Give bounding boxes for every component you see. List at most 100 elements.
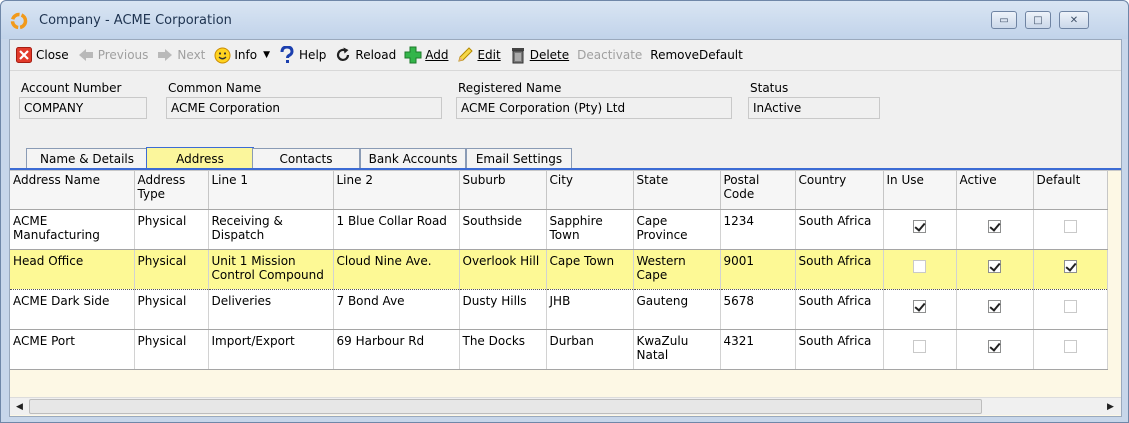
cell-line-2[interactable]: 1 Blue Collar Road (333, 209, 460, 250)
add-button[interactable]: Add (401, 42, 453, 68)
cell-city[interactable]: Sapphire Town (546, 209, 634, 250)
table-row[interactable]: ACME Port Physical Import/Export 69 Harbour… (10, 329, 1108, 370)
cell-line-1[interactable]: Import/Export (208, 329, 334, 370)
close-window-button[interactable]: ✕ (1059, 11, 1089, 29)
default-checkbox[interactable] (1063, 259, 1077, 273)
cell-state[interactable]: Gauteng (633, 289, 721, 330)
in-use-checkbox[interactable] (913, 299, 926, 313)
cell-line-1[interactable]: Receiving & Dispatch (208, 209, 334, 250)
info-button[interactable]: Info ▼ (210, 42, 275, 68)
cell-state[interactable]: Western Cape (633, 248, 721, 290)
dropdown-arrow-icon[interactable]: ▼ (263, 50, 270, 60)
table-row[interactable]: Head Office Physical Unit 1 Mission Contro… (10, 248, 1108, 290)
deactivate-button[interactable]: Deactivate (574, 42, 647, 68)
cell-line-2[interactable]: Cloud Nine Ave. (333, 248, 460, 290)
cell-country[interactable]: South Africa (795, 248, 884, 290)
company-fields: Account Number COMPANY Common Name ACME … (10, 70, 1121, 140)
cell-line-1[interactable]: Deliveries (208, 289, 334, 330)
arrow-left-icon (77, 46, 95, 64)
column-header-country[interactable]: Country (795, 171, 884, 210)
column-header-in-use[interactable]: In Use (883, 171, 957, 210)
client-area: Close Previous Next Info ▼ Help Reload A… (9, 39, 1122, 417)
column-header-postal-code[interactable]: Postal Code (720, 171, 796, 210)
close-button[interactable]: Close (12, 42, 74, 68)
column-header-city[interactable]: City (546, 171, 634, 210)
cell-suburb[interactable]: Southside (459, 209, 547, 250)
cell-postal-code[interactable]: 4321 (720, 329, 796, 370)
account-number-field[interactable]: COMPANY (19, 97, 147, 119)
cell-address-name[interactable]: Head Office (10, 248, 135, 290)
cell-city[interactable]: Cape Town (546, 248, 634, 290)
next-button[interactable]: Next (153, 42, 210, 68)
previous-button[interactable]: Previous (74, 42, 154, 68)
common-name-field[interactable]: ACME Corporation (166, 97, 442, 119)
address-grid: Address Name Address Type Line 1 Line 2 … (10, 170, 1121, 416)
status-field[interactable]: InActive (748, 97, 880, 119)
cell-line-2[interactable]: 69 Harbour Rd (333, 329, 460, 370)
table-row[interactable]: ACME Dark Side Physical Deliveries 7 Bond A… (10, 289, 1108, 330)
cell-postal-code[interactable]: 5678 (720, 289, 796, 330)
scroll-right-button[interactable]: ▶ (1102, 398, 1119, 415)
cell-city[interactable]: Durban (546, 329, 634, 370)
column-header-state[interactable]: State (633, 171, 721, 210)
tab-address[interactable]: Address (146, 147, 254, 169)
cell-country[interactable]: South Africa (795, 329, 884, 370)
column-header-line-2[interactable]: Line 2 (333, 171, 460, 210)
column-header-address-type[interactable]: Address Type (134, 171, 209, 210)
cell-suburb[interactable]: Overlook Hill (459, 248, 547, 290)
column-header-address-name[interactable]: Address Name (10, 171, 135, 210)
minimize-button[interactable]: ▭ (991, 11, 1017, 29)
tab-bank-accounts[interactable]: Bank Accounts (360, 148, 466, 169)
cell-state[interactable]: KwaZulu Natal (633, 329, 721, 370)
delete-button[interactable]: Delete (506, 42, 574, 68)
active-checkbox[interactable] (988, 219, 1001, 233)
remove-default-button[interactable]: RemoveDefault (647, 42, 748, 68)
tab-contacts[interactable]: Contacts (252, 148, 360, 169)
default-checkbox[interactable] (1063, 299, 1077, 313)
edit-button[interactable]: Edit (453, 42, 505, 68)
tab-email-settings[interactable]: Email Settings (466, 148, 572, 169)
scrollbar-thumb[interactable] (29, 399, 982, 414)
help-button[interactable]: Help (275, 42, 331, 68)
table-row[interactable]: ACME Manufacturing Physical Receiving & Di… (10, 209, 1108, 250)
maximize-button[interactable]: □ (1025, 11, 1051, 29)
cell-address-name[interactable]: ACME Dark Side (10, 289, 135, 330)
in-use-checkbox[interactable] (913, 259, 926, 273)
cell-line-1[interactable]: Unit 1 Mission Control Compound (208, 248, 334, 290)
cell-country[interactable]: South Africa (795, 289, 884, 330)
column-header-suburb[interactable]: Suburb (459, 171, 547, 210)
cell-country[interactable]: South Africa (795, 209, 884, 250)
active-checkbox[interactable] (988, 299, 1001, 313)
scroll-left-button[interactable]: ◀ (11, 398, 28, 415)
in-use-checkbox[interactable] (913, 339, 926, 353)
cell-suburb[interactable]: The Docks (459, 329, 547, 370)
cell-city[interactable]: JHB (546, 289, 634, 330)
column-header-active[interactable]: Active (956, 171, 1034, 210)
registered-name-field[interactable]: ACME Corporation (Pty) Ltd (456, 97, 732, 119)
tab-name-and-details[interactable]: Name & Details (26, 148, 148, 169)
title-bar[interactable]: Company - ACME Corporation ▭ □ ✕ (1, 1, 1128, 39)
cell-line-2[interactable]: 7 Bond Ave (333, 289, 460, 330)
reload-button[interactable]: Reload (331, 42, 401, 68)
default-checkbox[interactable] (1063, 219, 1077, 233)
default-checkbox[interactable] (1063, 339, 1077, 353)
cell-postal-code[interactable]: 1234 (720, 209, 796, 250)
column-header-line-1[interactable]: Line 1 (208, 171, 334, 210)
cell-address-type[interactable]: Physical (134, 209, 209, 250)
cell-postal-code[interactable]: 9001 (720, 248, 796, 290)
cell-address-type[interactable]: Physical (134, 329, 209, 370)
horizontal-scrollbar[interactable]: ◀ ▶ (10, 397, 1121, 415)
cell-suburb[interactable]: Dusty Hills (459, 289, 547, 330)
column-header-default[interactable]: Default (1033, 171, 1108, 210)
cell-state[interactable]: Cape Province (633, 209, 721, 250)
active-checkbox[interactable] (988, 339, 1001, 353)
grid-header-row: Address Name Address Type Line 1 Line 2 … (10, 171, 1108, 210)
next-label: Next (177, 48, 206, 62)
active-checkbox[interactable] (988, 259, 1001, 273)
in-use-checkbox[interactable] (913, 219, 926, 233)
cell-address-type[interactable]: Physical (134, 289, 209, 330)
cell-address-type[interactable]: Physical (134, 248, 209, 290)
cell-address-name[interactable]: ACME Port (10, 329, 135, 370)
cell-address-name[interactable]: ACME Manufacturing (10, 209, 135, 250)
common-name-label: Common Name (168, 81, 262, 95)
